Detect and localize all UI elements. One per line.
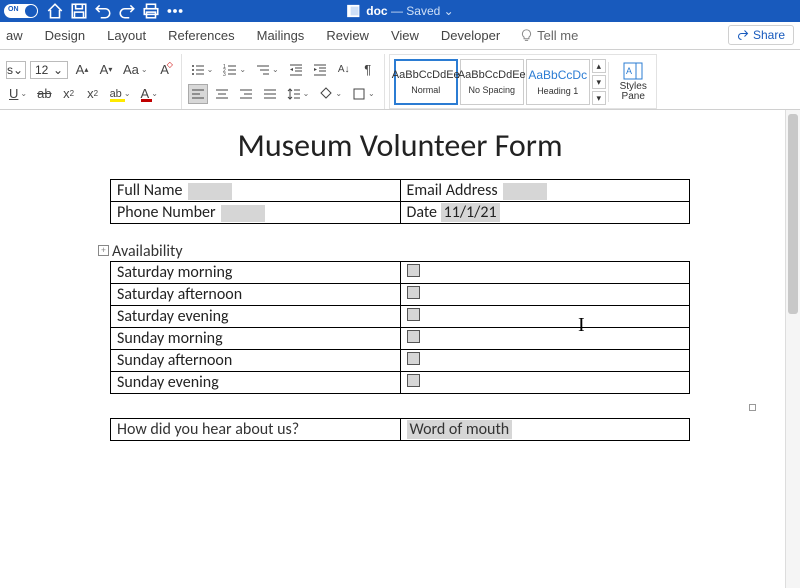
home-icon[interactable]: [46, 2, 64, 20]
clear-formatting-button[interactable]: A◇: [155, 60, 175, 80]
redo-icon[interactable]: [118, 2, 136, 20]
phone-field[interactable]: [221, 205, 265, 222]
doc-title[interactable]: Museum Volunteer Form: [80, 126, 720, 165]
style-no-spacing[interactable]: AaBbCcDdEe No Spacing: [460, 59, 524, 105]
font-color-button[interactable]: A⌄: [138, 84, 161, 104]
paragraph-group: ⌄ 123⌄ ⌄ A↓ ¶ ⌄ ⌄ ⌄: [182, 54, 385, 109]
checkbox[interactable]: [407, 286, 420, 299]
table-row: Sunday afternoon: [111, 350, 690, 372]
style-heading1[interactable]: AaBbCcDc Heading 1: [526, 59, 590, 105]
autosave-toggle[interactable]: [4, 4, 38, 18]
tab-view[interactable]: View: [389, 26, 421, 45]
date-field[interactable]: 11/1/21: [441, 203, 500, 222]
date-label: Date: [407, 203, 438, 222]
full-name-label: Full Name: [117, 181, 182, 200]
numbering-button[interactable]: 123⌄: [220, 60, 249, 80]
align-right-button[interactable]: [236, 84, 256, 104]
svg-text:3: 3: [223, 72, 226, 77]
table-row: Sunday evening: [111, 372, 690, 394]
share-button[interactable]: Share: [728, 25, 794, 45]
shading-button[interactable]: ⌄: [316, 84, 345, 104]
full-name-field[interactable]: [188, 183, 232, 200]
table-resize-handle[interactable]: [749, 404, 756, 411]
vertical-scrollbar[interactable]: [785, 110, 800, 588]
print-icon[interactable]: [142, 2, 160, 20]
multilevel-list-button[interactable]: ⌄: [253, 60, 282, 80]
tab-review[interactable]: Review: [324, 26, 371, 45]
line-spacing-button[interactable]: ⌄: [284, 84, 313, 104]
styles-pane-icon: A: [623, 62, 643, 80]
superscript-button[interactable]: x2: [83, 84, 103, 104]
table-row: Sunday morning: [111, 328, 690, 350]
availability-label: + Availability: [112, 242, 720, 261]
change-case-button[interactable]: Aa⌄: [120, 60, 151, 80]
table-row: Saturday afternoon: [111, 284, 690, 306]
phone-label: Phone Number: [117, 203, 216, 222]
contact-table[interactable]: Full Name Email Address Phone Number Dat…: [110, 179, 690, 224]
table-row: Saturday evening: [111, 306, 690, 328]
table-move-handle[interactable]: +: [98, 245, 109, 256]
word-app-icon: [346, 4, 360, 18]
share-icon: [737, 29, 749, 41]
email-label: Email Address: [407, 181, 498, 200]
hear-table[interactable]: How did you hear about us? Word of mouth: [110, 418, 690, 441]
titlebar: doc — Saved ⌄: [0, 0, 800, 22]
font-size-dropdown[interactable]: 12⌄: [30, 61, 68, 79]
subscript-button[interactable]: x2: [59, 84, 79, 104]
page[interactable]: Museum Volunteer Form Full Name Email Ad…: [20, 110, 780, 588]
styles-gallery: AaBbCcDdEe Normal AaBbCcDdEe No Spacing …: [389, 54, 657, 109]
styles-pane-button[interactable]: A StylesPane: [608, 62, 652, 102]
underline-button[interactable]: U⌄: [6, 84, 30, 104]
chevron-up-icon[interactable]: ▴: [592, 59, 606, 73]
increase-font-button[interactable]: A▴: [72, 60, 92, 80]
tab-design[interactable]: Design: [43, 26, 87, 45]
scrollbar-thumb[interactable]: [788, 114, 798, 314]
save-icon[interactable]: [70, 2, 88, 20]
strikethrough-button[interactable]: ab: [34, 84, 54, 104]
decrease-indent-button[interactable]: [286, 60, 306, 80]
ribbon-toolbar: s⌄ 12⌄ A▴ A▾ Aa⌄ A◇ U⌄ ab x2 x2 ab⌄ A⌄ ⌄…: [0, 50, 800, 110]
align-center-button[interactable]: [212, 84, 232, 104]
more-icon[interactable]: [166, 2, 184, 20]
highlight-button[interactable]: ab⌄: [107, 84, 134, 104]
checkbox[interactable]: [407, 308, 420, 321]
tab-mailings[interactable]: Mailings: [255, 26, 307, 45]
checkbox[interactable]: [407, 374, 420, 387]
align-left-button[interactable]: [188, 84, 208, 104]
tab-references[interactable]: References: [166, 26, 236, 45]
sort-button[interactable]: A↓: [334, 60, 354, 80]
document-area[interactable]: Museum Volunteer Form Full Name Email Ad…: [0, 110, 800, 588]
checkbox[interactable]: [407, 330, 420, 343]
font-name-dropdown[interactable]: s⌄: [6, 61, 26, 79]
style-normal[interactable]: AaBbCcDdEe Normal: [394, 59, 458, 105]
availability-table[interactable]: Saturday morning Saturday afternoon Satu…: [110, 261, 690, 394]
table-row: Saturday morning: [111, 262, 690, 284]
styles-more-icon[interactable]: ▾: [592, 91, 606, 105]
checkbox[interactable]: [407, 264, 420, 277]
doc-name: doc — Saved ⌄: [346, 4, 453, 18]
decrease-font-button[interactable]: A▾: [96, 60, 116, 80]
hear-answer-field[interactable]: Word of mouth: [407, 420, 513, 439]
checkbox[interactable]: [407, 352, 420, 365]
svg-text:A: A: [626, 66, 632, 76]
bullets-button[interactable]: ⌄: [188, 60, 217, 80]
hear-question[interactable]: How did you hear about us?: [111, 419, 401, 441]
chevron-down-icon[interactable]: ▾: [592, 75, 606, 89]
borders-button[interactable]: ⌄: [349, 84, 378, 104]
email-field[interactable]: [503, 183, 547, 200]
lightbulb-icon: [520, 29, 533, 42]
ribbon-tabs: aw Design Layout References Mailings Rev…: [0, 22, 800, 50]
justify-button[interactable]: [260, 84, 280, 104]
undo-icon[interactable]: [94, 2, 112, 20]
styles-scroll[interactable]: ▴ ▾ ▾: [592, 59, 606, 105]
tab-layout[interactable]: Layout: [105, 26, 148, 45]
show-marks-button[interactable]: ¶: [358, 60, 378, 80]
tab-developer[interactable]: Developer: [439, 26, 502, 45]
increase-indent-button[interactable]: [310, 60, 330, 80]
tell-me[interactable]: Tell me: [520, 28, 578, 43]
tab-draw[interactable]: aw: [4, 26, 25, 45]
font-group: s⌄ 12⌄ A▴ A▾ Aa⌄ A◇ U⌄ ab x2 x2 ab⌄ A⌄: [0, 54, 182, 109]
